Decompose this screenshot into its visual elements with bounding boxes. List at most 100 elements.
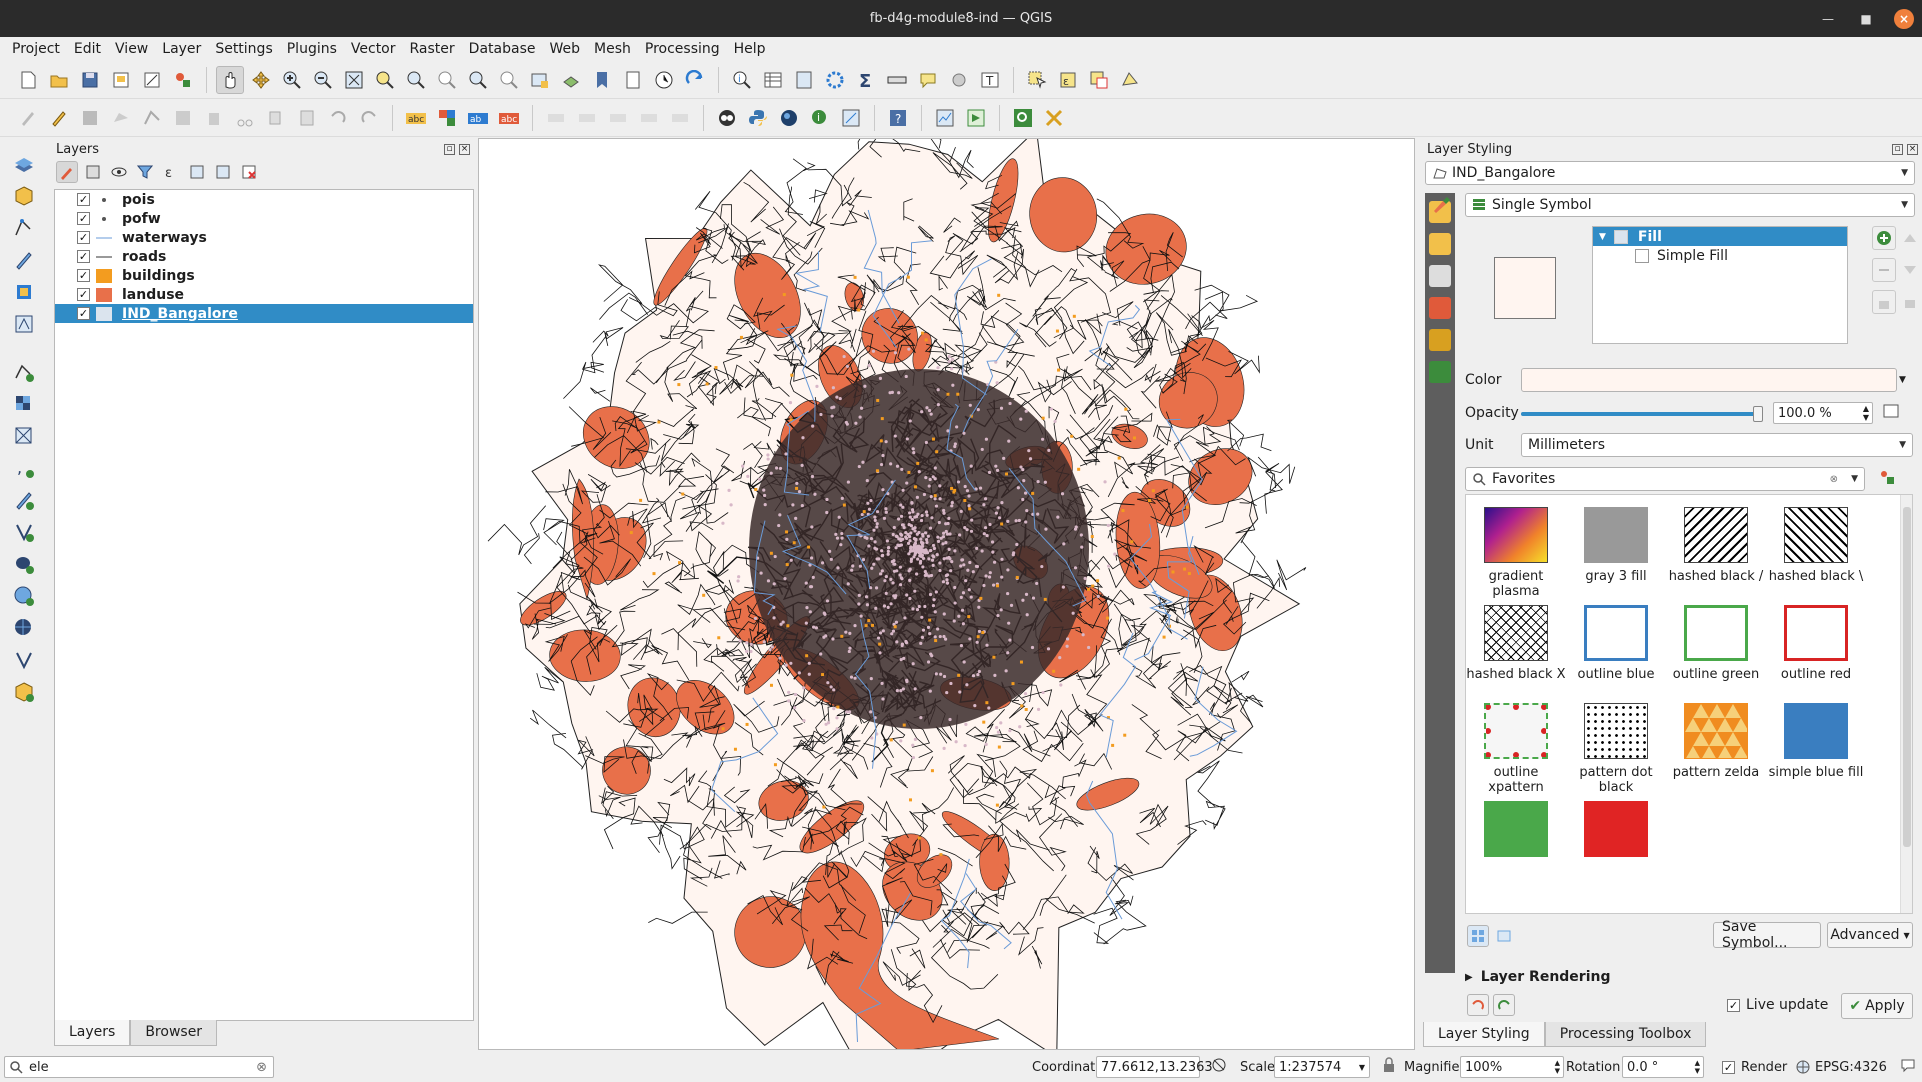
processing-toolbox-icon[interactable] bbox=[821, 66, 849, 94]
lock-symbol-layer-icon[interactable] bbox=[1872, 290, 1896, 314]
symbol-hashed-black-x[interactable]: hashed black X bbox=[1466, 605, 1566, 682]
crs-button[interactable]: EPSG:4326 bbox=[1795, 1059, 1887, 1075]
collapse-all-icon[interactable] bbox=[212, 161, 234, 183]
float-panel-icon[interactable]: ▫ bbox=[1892, 143, 1903, 155]
menu-database[interactable]: Database bbox=[463, 39, 542, 59]
layer-checkbox[interactable]: ✓ bbox=[77, 231, 90, 244]
field-calculator-icon[interactable] bbox=[790, 66, 818, 94]
add-wms-layer-icon[interactable] bbox=[9, 582, 39, 610]
georeferencer-icon[interactable] bbox=[837, 104, 865, 132]
symbol-group-select[interactable]: Favorites ⊗ ▼ bbox=[1465, 467, 1865, 491]
new-map-view-icon[interactable] bbox=[526, 66, 554, 94]
deselect-features-icon[interactable] bbox=[1085, 66, 1113, 94]
pin-labels-icon[interactable]: ab bbox=[464, 104, 492, 132]
layer-checkbox[interactable]: ✓ bbox=[77, 193, 90, 206]
menu-settings[interactable]: Settings bbox=[209, 39, 278, 59]
coordinate-field[interactable]: 77.6612,13.2363 bbox=[1096, 1056, 1213, 1078]
menu-edit[interactable]: Edit bbox=[68, 39, 107, 59]
copy-features-icon[interactable] bbox=[262, 104, 290, 132]
add-wfs-layer-icon[interactable] bbox=[9, 614, 39, 642]
label-toolbar-icon[interactable]: abc bbox=[402, 104, 430, 132]
filter-expression-icon[interactable]: ε bbox=[160, 161, 182, 183]
move-down-icon[interactable] bbox=[1898, 258, 1922, 282]
renderer-select[interactable]: Single Symbol ▼ bbox=[1465, 193, 1915, 217]
symbol-gradient-plasma[interactable]: gradient plasma bbox=[1466, 507, 1566, 599]
symbol-simple-green-fill[interactable] bbox=[1466, 801, 1566, 863]
list-view-icon[interactable] bbox=[1493, 925, 1515, 947]
magnifier-spinbox[interactable]: 100% ▲ ▼ bbox=[1460, 1056, 1564, 1078]
masks-tab-icon[interactable] bbox=[1429, 265, 1451, 287]
remove-symbol-layer-icon[interactable] bbox=[1872, 258, 1896, 282]
add-spatialite-layer-icon[interactable] bbox=[9, 486, 39, 514]
apply-button[interactable]: ✔ Apply bbox=[1841, 993, 1913, 1019]
symbol-pattern-zelda[interactable]: pattern zelda bbox=[1666, 703, 1766, 780]
new-print-layout-icon[interactable] bbox=[107, 66, 135, 94]
spatial-bookmark-icon[interactable] bbox=[588, 66, 616, 94]
layer-checkbox[interactable]: ✓ bbox=[77, 250, 90, 263]
symbol-outline-red[interactable]: outline red bbox=[1766, 605, 1866, 682]
pan-to-selection-icon[interactable] bbox=[247, 66, 275, 94]
plugin-search-icon[interactable] bbox=[1009, 104, 1037, 132]
symbol-hashed-black-back[interactable]: hashed black \ bbox=[1766, 507, 1866, 584]
add-postgis-layer-icon[interactable] bbox=[9, 550, 39, 578]
highlight-pinned-icon[interactable] bbox=[666, 104, 694, 132]
select-features-icon[interactable] bbox=[1023, 66, 1051, 94]
attribute-table-icon[interactable] bbox=[759, 66, 787, 94]
close-button[interactable]: × bbox=[1894, 8, 1914, 29]
new-shapefile-icon[interactable] bbox=[9, 214, 39, 242]
remove-layer-icon[interactable] bbox=[238, 161, 260, 183]
layer-checkbox[interactable]: ✓ bbox=[77, 288, 90, 301]
cut-features-icon[interactable] bbox=[231, 104, 259, 132]
select-by-expression-icon[interactable]: ε bbox=[1054, 66, 1082, 94]
add-delimited-text-icon[interactable]: , bbox=[9, 454, 39, 482]
rotation-spinbox[interactable]: 0.0 ° ▲ ▼ bbox=[1622, 1056, 1704, 1078]
symbol-hashed-black-fwd[interactable]: hashed black / bbox=[1666, 507, 1766, 584]
add-group-icon[interactable] bbox=[82, 161, 104, 183]
zoom-to-selection-icon[interactable] bbox=[371, 66, 399, 94]
menu-web[interactable]: Web bbox=[543, 39, 586, 59]
menu-view[interactable]: View bbox=[109, 39, 154, 59]
clear-search-icon[interactable]: ⊗ bbox=[1830, 474, 1838, 485]
layer-row-ind-bangalore[interactable]: ✓ IND_Bangalore bbox=[55, 304, 473, 323]
toggle-extents-icon[interactable] bbox=[1210, 1056, 1228, 1078]
undo-style-icon[interactable] bbox=[1467, 994, 1489, 1016]
save-edits-icon[interactable] bbox=[76, 104, 104, 132]
close-panel-icon[interactable]: × bbox=[459, 143, 470, 155]
layer-row-waterways[interactable]: ✓ waterways bbox=[55, 228, 473, 247]
float-panel-icon[interactable]: ▫ bbox=[444, 143, 455, 155]
help-icon[interactable]: ? bbox=[884, 104, 912, 132]
opacity-spinbox[interactable]: 100.0 % ▲ ▼ bbox=[1773, 402, 1873, 424]
history-tab-icon[interactable] bbox=[1429, 361, 1451, 383]
save-project-icon[interactable] bbox=[76, 66, 104, 94]
select-location-icon[interactable] bbox=[1116, 66, 1144, 94]
show-hide-labels-icon[interactable]: abc bbox=[495, 104, 523, 132]
symbol-simple-red-fill[interactable] bbox=[1566, 801, 1666, 863]
menu-processing[interactable]: Processing bbox=[639, 39, 726, 59]
menu-layer[interactable]: Layer bbox=[156, 39, 207, 59]
tab-layers[interactable]: Layers bbox=[54, 1020, 131, 1046]
add-raster-layer-icon[interactable] bbox=[9, 390, 39, 418]
add-vector-layer-icon[interactable] bbox=[9, 358, 39, 386]
clear-locator-icon[interactable]: ⊗ bbox=[256, 1060, 267, 1075]
filter-legend-icon[interactable] bbox=[134, 161, 156, 183]
data-source-manager-icon[interactable] bbox=[9, 150, 39, 178]
add-vector-tile-icon[interactable] bbox=[9, 646, 39, 674]
zoom-next-icon[interactable] bbox=[495, 66, 523, 94]
style-layer-icon[interactable] bbox=[56, 161, 78, 183]
python-console-icon[interactable] bbox=[744, 104, 772, 132]
messages-icon[interactable] bbox=[1900, 1057, 1916, 1077]
layer-row-buildings[interactable]: ✓ buildings bbox=[55, 266, 473, 285]
open-project-icon[interactable] bbox=[45, 66, 73, 94]
zoom-in-icon[interactable] bbox=[278, 66, 306, 94]
add-feature-icon[interactable] bbox=[107, 104, 135, 132]
labels-tab-icon[interactable] bbox=[1429, 233, 1451, 255]
new-3d-view-icon[interactable] bbox=[557, 66, 585, 94]
scale-select[interactable]: 1:237574 ▼ bbox=[1274, 1056, 1370, 1078]
vertex-tool-icon[interactable] bbox=[138, 104, 166, 132]
delete-selected-icon[interactable] bbox=[200, 104, 228, 132]
layer-checkbox[interactable]: ✓ bbox=[77, 212, 90, 225]
osm-download-icon[interactable] bbox=[713, 104, 741, 132]
zoom-to-layer-icon[interactable] bbox=[402, 66, 430, 94]
new-temp-layer-icon[interactable] bbox=[9, 310, 39, 338]
text-annotation-icon[interactable]: T bbox=[976, 66, 1004, 94]
